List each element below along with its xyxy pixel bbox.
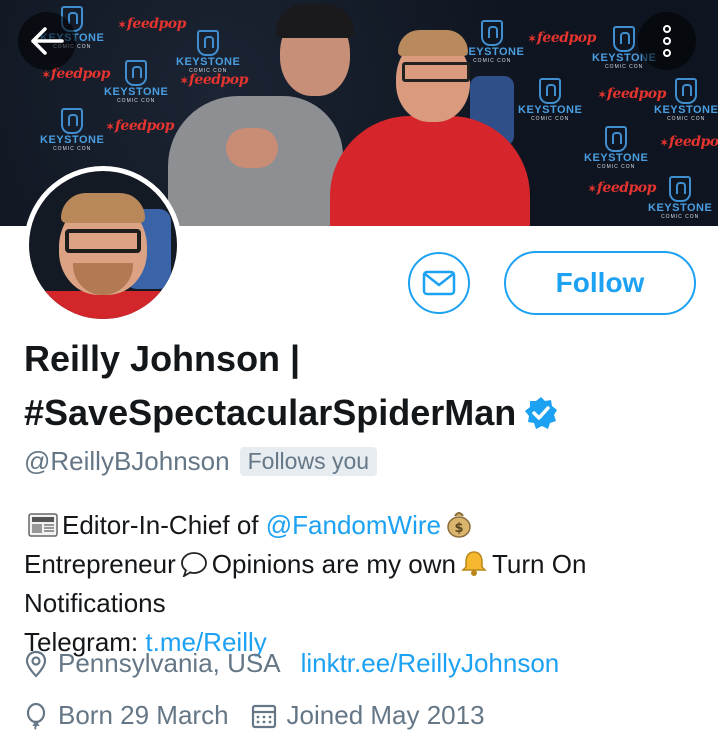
- backdrop-logo: KEYSTONECOMIC CON: [176, 30, 240, 74]
- message-button[interactable]: [408, 252, 470, 314]
- avatar[interactable]: [24, 166, 182, 324]
- birthday-text: Born 29 March: [58, 700, 229, 730]
- backdrop-logo: KEYSTONECOMIC CON: [104, 60, 168, 104]
- bio-line-2: Entrepreneur Opinions are my own Turn On…: [24, 545, 704, 623]
- banner-person-left-hair: [276, 4, 354, 38]
- bio-mention-link[interactable]: @FandomWire: [266, 510, 441, 540]
- bio-text-entrepreneur: Entrepreneur: [24, 549, 176, 579]
- backdrop-logo: KEYSTONECOMIC CON: [584, 126, 648, 170]
- profile-bio: Editor-In-Chief of @FandomWire $ Entrepr…: [24, 506, 704, 662]
- sponsor-logo: feedpop: [106, 118, 175, 134]
- profile-name-line2: #SaveSpectacularSpiderMan: [24, 392, 517, 433]
- envelope-icon: [422, 270, 456, 296]
- sponsor-logo: feedpop: [660, 134, 718, 150]
- profile-handle: @ReillyBJohnson: [24, 446, 230, 476]
- sponsor-logo: feedpop: [528, 30, 597, 46]
- banner-person-left-hand: [226, 128, 278, 168]
- bio-text-editor: Editor-In-Chief of: [62, 510, 266, 540]
- verified-badge-icon: [525, 397, 558, 429]
- newspaper-emoji-icon: [28, 513, 58, 537]
- profile-name-line2-row: #SaveSpectacularSpiderMan: [24, 386, 704, 440]
- backdrop-logo: KEYSTONECOMIC CON: [518, 78, 582, 122]
- sponsor-logo: feedpop: [118, 16, 187, 32]
- location-row: Pennsylvania, USA linktr.ee/ReillyJohnso…: [24, 648, 559, 679]
- back-button[interactable]: [18, 12, 76, 70]
- dates-row: Born 29 March Joined May 2013: [24, 700, 485, 731]
- balloon-icon: [24, 702, 48, 730]
- backdrop-logo: KEYSTONECOMIC CON: [648, 176, 712, 220]
- banner-person-right-glasses: [402, 62, 470, 82]
- follow-button[interactable]: Follow: [504, 251, 696, 315]
- backdrop-logo: KEYSTONECOMIC CON: [40, 108, 104, 152]
- location-text: Pennsylvania, USA: [58, 648, 281, 678]
- svg-text:$: $: [454, 521, 463, 536]
- more-vertical-icon: [663, 25, 671, 57]
- follows-you-badge: Follows you: [239, 447, 378, 476]
- backdrop-logo: KEYSTONECOMIC CON: [460, 20, 524, 64]
- bio-text-opinions: Opinions are my own: [211, 549, 456, 579]
- bio-line-1: Editor-In-Chief of @FandomWire $: [24, 506, 704, 545]
- joined-text: Joined May 2013: [286, 700, 485, 730]
- calendar-icon: [251, 703, 277, 729]
- sponsor-logo: feedpop: [588, 180, 657, 196]
- handle-row: @ReillyBJohnson Follows you: [24, 446, 378, 477]
- speech-balloon-emoji-icon: [180, 552, 207, 577]
- profile-name: Reilly Johnson | #SaveSpectacularSpiderM…: [24, 332, 704, 440]
- location-pin-icon: [24, 650, 48, 678]
- avatar-image: [29, 171, 177, 319]
- sponsor-logo: feedpop: [598, 86, 667, 102]
- profile-name-line1: Reilly Johnson |: [24, 338, 301, 379]
- arrow-left-icon: [31, 27, 64, 55]
- website-link[interactable]: linktr.ee/ReillyJohnson: [301, 648, 560, 679]
- money-bag-emoji-icon: $: [447, 512, 471, 538]
- bell-emoji-icon: [461, 551, 487, 576]
- sponsor-logo: feedpop: [180, 72, 249, 88]
- more-options-button[interactable]: [638, 12, 696, 70]
- banner-person-right-hair: [398, 30, 468, 56]
